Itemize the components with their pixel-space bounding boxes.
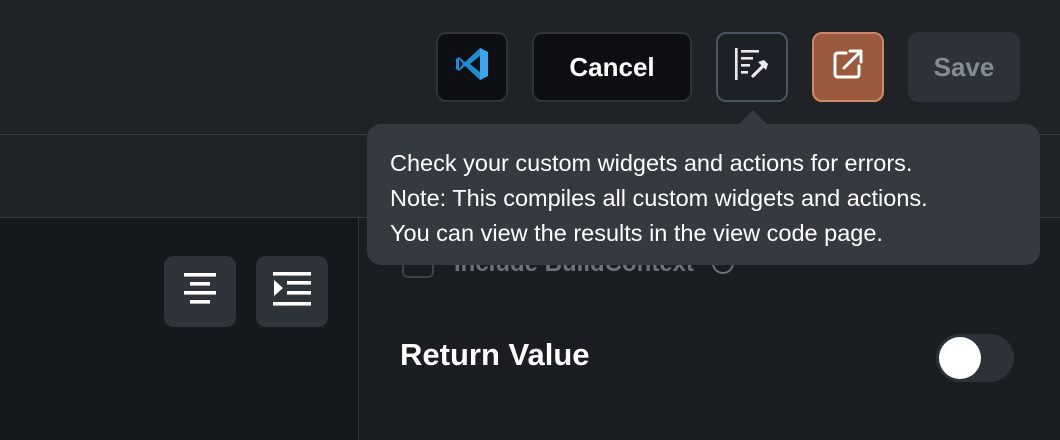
return-value-toggle[interactable]: [936, 334, 1014, 382]
open-external-icon: [832, 48, 864, 87]
toggle-knob: [939, 337, 981, 379]
align-center-button[interactable]: [164, 256, 236, 327]
vscode-icon: [454, 46, 490, 89]
indent-button[interactable]: [256, 256, 328, 327]
tooltip-line: You can view the results in the view cod…: [390, 220, 883, 246]
open-in-vscode-button[interactable]: [436, 32, 508, 102]
left-pane: [0, 218, 359, 440]
check-errors-icon: [733, 46, 771, 89]
tooltip-line: Check your custom widgets and actions fo…: [390, 150, 913, 176]
check-errors-tooltip: Check your custom widgets and actions fo…: [367, 124, 1040, 265]
check-errors-button[interactable]: [716, 32, 788, 102]
save-button[interactable]: Save: [908, 32, 1020, 102]
open-external-button[interactable]: [812, 32, 884, 102]
top-toolbar: Cancel Save: [0, 0, 1060, 135]
tooltip-arrow: [738, 110, 768, 125]
cancel-button[interactable]: Cancel: [532, 32, 692, 102]
return-value-label: Return Value: [400, 337, 590, 372]
tooltip-line: Note: This compiles all custom widgets a…: [390, 185, 928, 211]
indent-icon: [271, 269, 313, 314]
align-center-icon: [180, 269, 220, 314]
